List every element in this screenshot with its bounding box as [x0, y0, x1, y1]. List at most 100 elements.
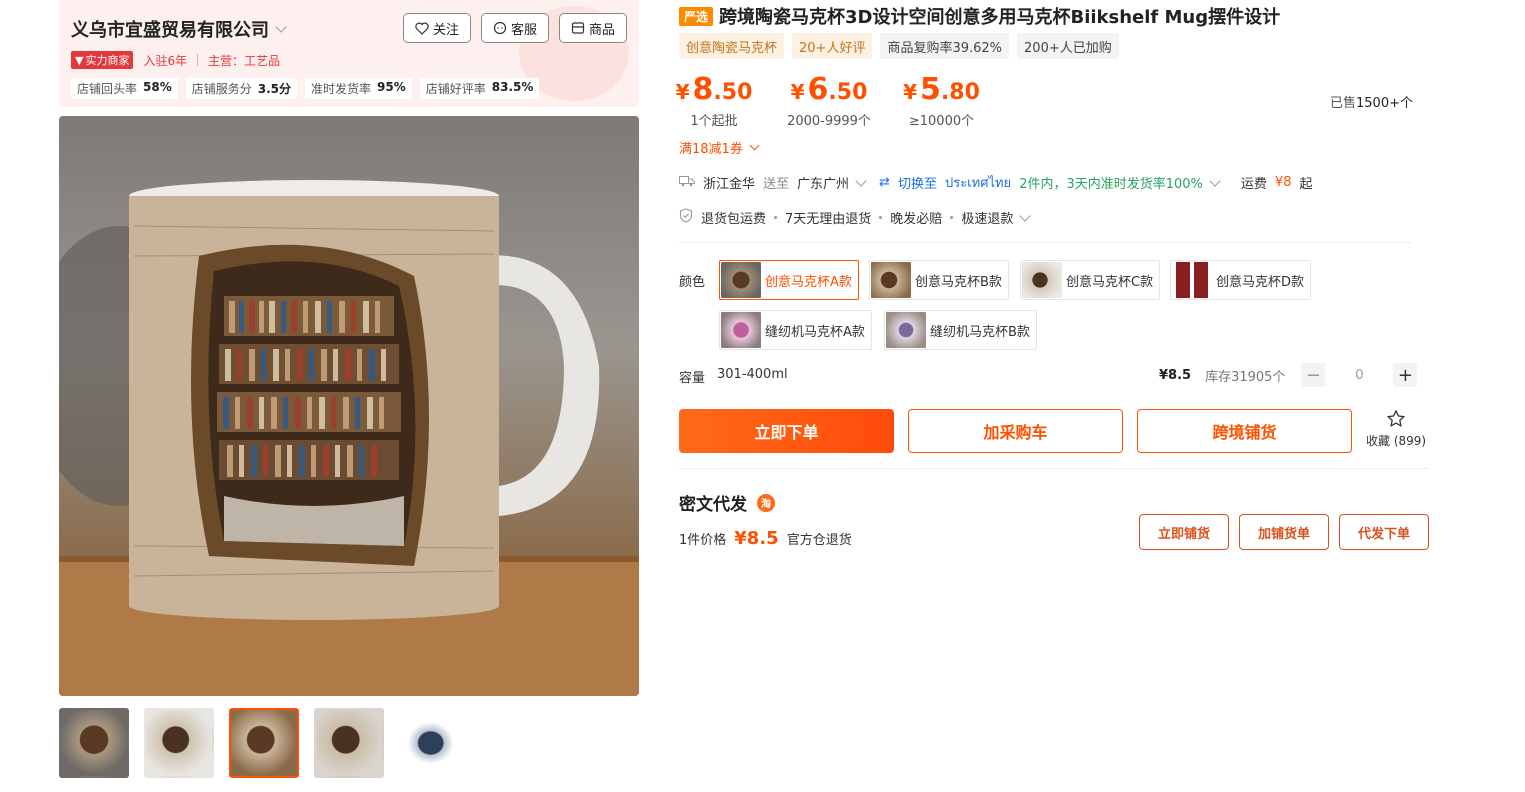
sku-option-mug-d[interactable]: 创意马克杯D款	[1170, 260, 1312, 300]
badge-label: 实力商家	[85, 54, 130, 67]
shop-name[interactable]: 义乌市宜盛贸易有限公司	[71, 16, 269, 42]
shop-tags: ▼ 实力商家 入驻6年 主营：工艺品	[71, 51, 280, 69]
chevron-down-icon[interactable]	[275, 21, 287, 33]
service-item: 7天无理由退货	[785, 212, 872, 227]
tag-repurchase: 商品复购率39.62%	[880, 33, 1010, 59]
thumbnail[interactable]	[59, 708, 129, 778]
quantity-decrease-button[interactable]: −	[1301, 363, 1326, 387]
shop-stats: 店铺回头率 58% 店铺服务分 3.5分 准时发货率 95% 店铺好评率 83.5%	[71, 78, 540, 99]
thumbnail[interactable]	[314, 708, 384, 778]
product-title-row: 严选 跨境陶瓷马克杯3D设计空间创意多用马克杯Biikshelf Mug摆件设计	[679, 3, 1280, 29]
quantity-input[interactable]: 0	[1325, 368, 1393, 383]
mug-illustration	[59, 180, 639, 696]
capacity-label: 容量	[679, 371, 706, 386]
truck-icon	[679, 175, 695, 191]
list-now-button[interactable]: 立即铺货	[1139, 514, 1229, 550]
sku-option-mug-a[interactable]: 创意马克杯A款	[719, 260, 859, 300]
ship-to[interactable]: 广东广州	[797, 173, 849, 192]
shipping-row: 浙江金华 送至 广东广州 ⇄ 切换至 ประเทศไทย 2件内，3天内准时发货…	[679, 172, 1312, 193]
quantity-stepper: ¥8.5 库存31905个 − 0 +	[1159, 363, 1418, 387]
favorite-count: 收藏 (899)	[1366, 434, 1427, 448]
fee-value: ¥8	[1274, 175, 1292, 190]
stat-label: 店铺好评率	[425, 82, 486, 96]
stock-count: 库存31905个	[1205, 369, 1286, 385]
customer-service-button[interactable]: 客服	[480, 13, 549, 43]
stat-label: 店铺服务分	[191, 82, 252, 96]
heart-plus-icon	[415, 22, 429, 35]
dropship-section-title: 密文代发 淘	[679, 490, 775, 515]
sku-thumbnail	[886, 312, 926, 348]
stat-value: 58%	[143, 80, 172, 94]
service-item: 极速退款	[961, 212, 1014, 227]
coupon-dropdown[interactable]: 满18减1券	[679, 138, 760, 157]
stat-value: 3.5分	[257, 82, 292, 96]
shield-icon	[679, 208, 693, 227]
badge-cart-icon: ▼	[75, 53, 84, 67]
follow-button[interactable]: 关注	[402, 13, 471, 43]
price-tiers: ¥8.50 1个起批 ¥6.50 2000-9999个 ¥5.80 ≥10000…	[675, 72, 1429, 132]
shop-name-row[interactable]: 义乌市宜盛贸易有限公司	[71, 16, 287, 42]
shop-header: 义乌市宜盛贸易有限公司 关注 客服 商品 ▼ 实力商家 入驻6年 主营：工艺品 …	[59, 0, 639, 107]
price-tier: ¥6.50 2000-9999个	[779, 72, 879, 129]
switch-label[interactable]: 切换至	[898, 173, 937, 192]
currency: ¥	[790, 80, 805, 104]
sku-option-mug-c[interactable]: 创意马克杯C款	[1020, 260, 1161, 300]
price-tier: ¥5.80 ≥10000个	[903, 72, 980, 129]
sku-label: 缝纫机马克杯A款	[765, 324, 865, 340]
add-to-list-button[interactable]: 加铺货单	[1239, 514, 1329, 550]
stat-label: 店铺回头率	[77, 82, 138, 96]
sku-label: 创意马克杯A款	[765, 274, 852, 290]
sku-thumbnail	[1172, 262, 1212, 298]
tag-reviews[interactable]: 20+人好评	[792, 33, 873, 59]
ship-to-label: 送至	[763, 177, 790, 192]
chevron-down-icon[interactable]	[749, 140, 760, 151]
thumbnail[interactable]	[144, 708, 214, 778]
price-int: 6	[807, 72, 829, 107]
favorite-button[interactable]: 收藏 (899)	[1366, 409, 1426, 449]
chevron-down-icon[interactable]	[855, 174, 867, 187]
stat-repurchase: 店铺回头率 58%	[71, 78, 178, 99]
price-range: 2000-9999个	[787, 114, 871, 129]
switch-target[interactable]: ประเทศไทย	[945, 172, 1011, 193]
stat-positive: 店铺好评率 83.5%	[419, 78, 540, 99]
dropship-price: ¥8.5	[734, 528, 779, 549]
thumbnail[interactable]	[399, 708, 469, 778]
price-dec: .80	[940, 80, 980, 105]
ship-from: 浙江金华	[703, 177, 756, 192]
dropship-order-button[interactable]: 代发下单	[1339, 514, 1429, 550]
price-dec: .50	[828, 80, 868, 105]
sku-option-mug-b[interactable]: 创意马克杯B款	[869, 260, 1009, 300]
service-guarantees[interactable]: 退货包运费 7天无理由退货 晚发必赔 极速退款	[679, 208, 1031, 227]
capacity-row: 容量 301-400ml	[679, 367, 788, 386]
price-int: 5	[920, 72, 941, 107]
sku-label: 创意马克杯B款	[915, 274, 1002, 290]
main-product-image[interactable]	[59, 116, 639, 696]
tag-category[interactable]: 创意陶瓷马克杯	[679, 33, 785, 59]
crossborder-list-button[interactable]: 跨境铺货	[1137, 409, 1352, 453]
currency: ¥	[675, 80, 690, 104]
coupon-label[interactable]: 满18减1券	[679, 138, 743, 157]
store-icon	[571, 21, 585, 35]
stat-value: 95%	[377, 80, 406, 94]
tag-added-to-cart: 200+人已加购	[1017, 33, 1119, 59]
power-merchant-badge: ▼ 实力商家	[71, 51, 134, 69]
fee-suffix: 起	[1299, 177, 1313, 192]
sku-option-sewing-a[interactable]: 缝纫机马克杯A款	[719, 310, 872, 350]
goods-button[interactable]: 商品	[558, 13, 627, 43]
sku-option-sewing-b[interactable]: 缝纫机马克杯B款	[884, 310, 1037, 350]
taobao-icon: 淘	[757, 493, 775, 512]
chevron-down-icon[interactable]	[1209, 174, 1221, 187]
chevron-down-icon[interactable]	[1019, 209, 1031, 222]
thumbnail-selected[interactable]	[229, 708, 299, 778]
switch-arrows-icon[interactable]: ⇄	[879, 175, 890, 190]
star-icon[interactable]	[1366, 409, 1426, 432]
stat-service-score: 店铺服务分 3.5分	[185, 78, 298, 99]
dropship-note: 官方仓退货	[786, 533, 852, 548]
quantity-increase-button[interactable]: +	[1393, 363, 1418, 387]
currency: ¥	[903, 80, 918, 104]
service-label: 客服	[510, 22, 537, 38]
dot-separator	[879, 216, 883, 219]
divider	[197, 54, 199, 66]
buy-now-button[interactable]: 立即下单	[679, 409, 894, 453]
add-to-cart-button[interactable]: 加采购车	[908, 409, 1123, 453]
